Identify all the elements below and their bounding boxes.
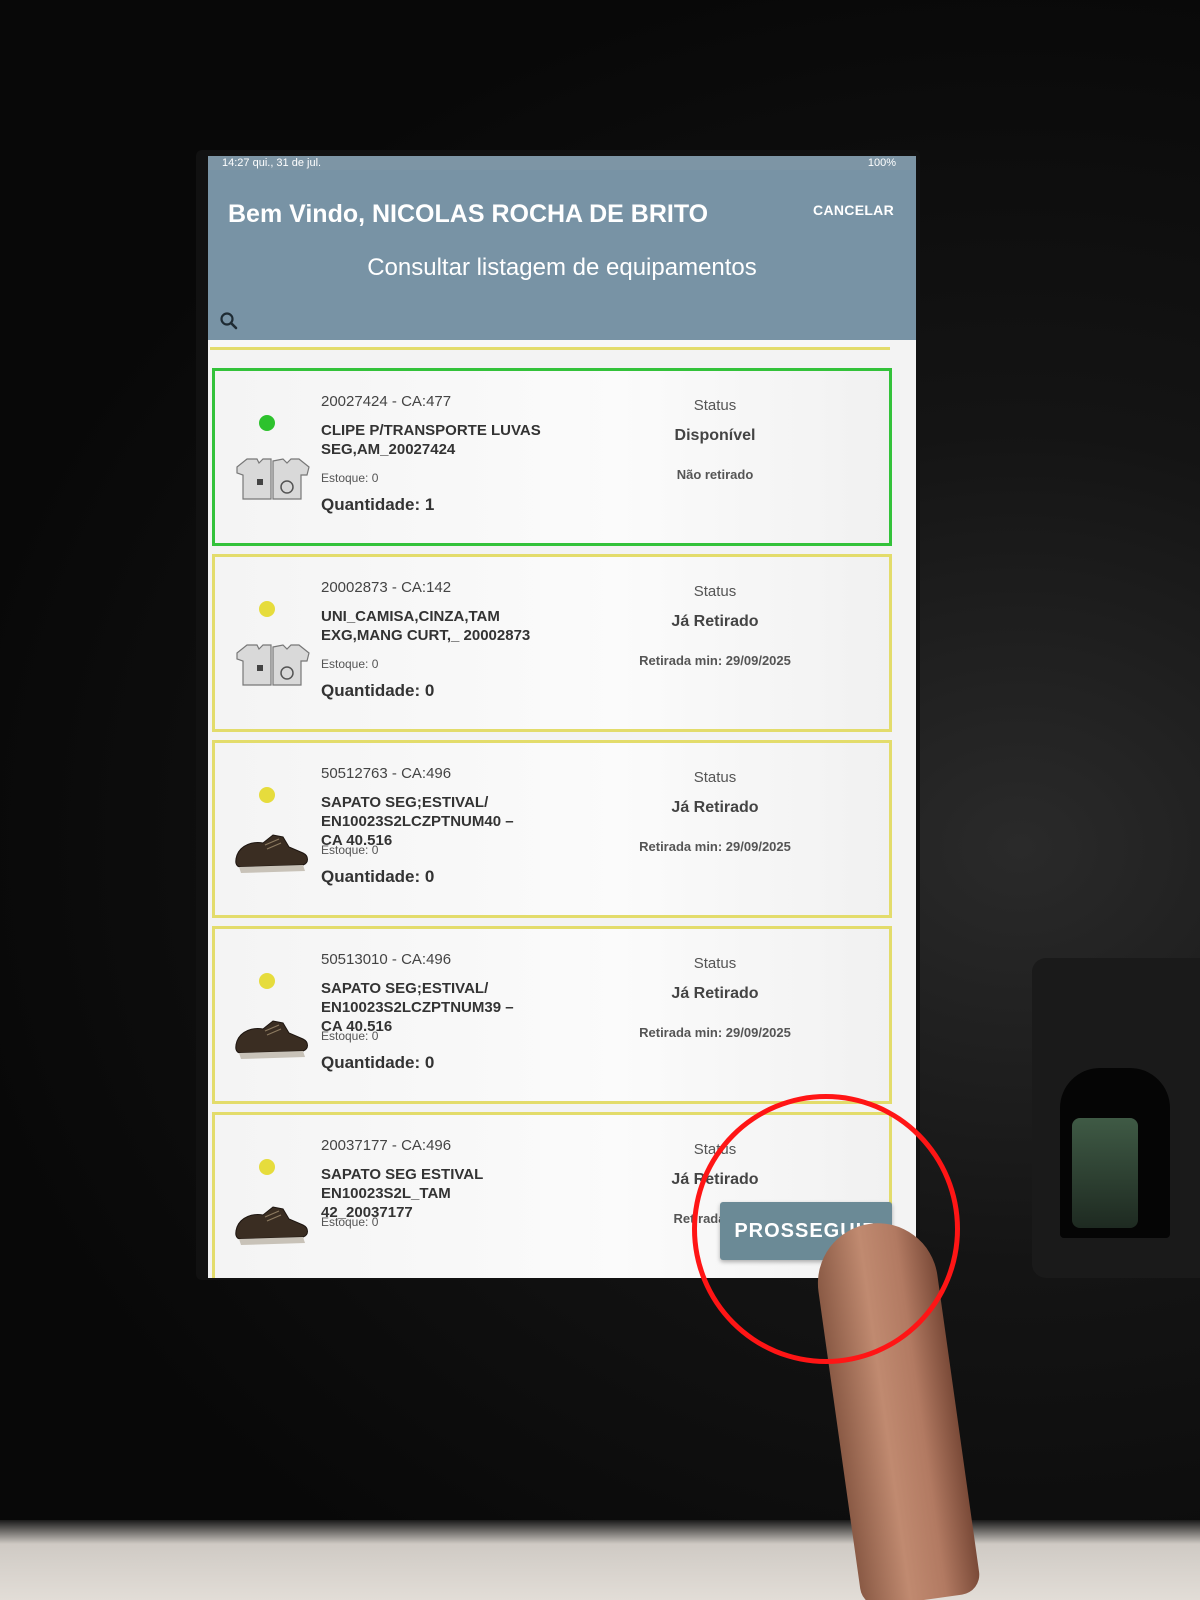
item-quantity: Quantidade: 1 bbox=[321, 495, 435, 514]
availability-dot bbox=[259, 973, 275, 989]
fingerprint-sensor-icon bbox=[1072, 1118, 1138, 1228]
item-quantity: Quantidade: 0 bbox=[321, 867, 435, 886]
search-icon[interactable] bbox=[218, 310, 240, 332]
item-stock: Estoque: 0 bbox=[321, 657, 379, 671]
item-code: 20002873 - CA:142 bbox=[321, 579, 452, 596]
item-code: 20037177 - CA:496 bbox=[321, 1137, 452, 1154]
status-time: 14:27 qui., 31 de jul. bbox=[222, 157, 322, 169]
page-title: Consultar listagem de equipamentos bbox=[367, 254, 757, 281]
item-stock: Estoque: 0 bbox=[321, 471, 379, 485]
status-battery: 100% bbox=[867, 157, 896, 169]
shoe-image bbox=[233, 825, 311, 879]
availability-dot bbox=[259, 415, 275, 431]
status-label: Status bbox=[693, 397, 737, 414]
status-note: Não retirado bbox=[676, 467, 754, 482]
floor bbox=[0, 1520, 1200, 1600]
item-name: SAPATO SEG;ESTIVAL/ EN10023S2LCZPTNUM40 … bbox=[321, 794, 514, 849]
device-status-bar: 14:27 qui., 31 de jul. 100% bbox=[208, 156, 916, 170]
item-stock: Estoque: 0 bbox=[321, 843, 379, 857]
status-value: Já Retirado bbox=[671, 613, 759, 630]
status-value: Disponível bbox=[674, 427, 756, 444]
welcome-text: Bem Vindo, NICOLAS ROCHA DE BRITO bbox=[228, 200, 709, 228]
availability-dot bbox=[259, 1159, 275, 1175]
shirt-image bbox=[233, 453, 311, 507]
item-code: 20027424 - CA:477 bbox=[321, 393, 452, 410]
status-note: Retirada min: 29/09/2025 bbox=[639, 653, 791, 668]
item-name: CLIPE P/TRANSPORTE LUVAS SEG,AM_20027424 bbox=[321, 422, 541, 458]
availability-dot bbox=[259, 787, 275, 803]
app-header: Bem Vindo, NICOLAS ROCHA DE BRITO CANCEL… bbox=[208, 170, 916, 340]
item-code: 50513010 - CA:496 bbox=[321, 951, 452, 968]
status-note: Retirada min: 29/09/2025 bbox=[639, 1025, 791, 1040]
list-item-partial bbox=[210, 340, 890, 350]
status-label: Status bbox=[693, 955, 737, 972]
item-quantity: Quantidade: 0 bbox=[321, 1053, 435, 1072]
item-name: SAPATO SEG ESTIVAL EN10023S2L_TAM 42_200… bbox=[321, 1166, 484, 1221]
item-name: SAPATO SEG;ESTIVAL/ EN10023S2LCZPTNUM39 … bbox=[321, 980, 514, 1035]
item-stock: Estoque: 0 bbox=[321, 1029, 379, 1043]
status-label: Status bbox=[693, 583, 737, 600]
status-label: Status bbox=[693, 769, 737, 786]
equipment-card[interactable]: 50512763 - CA:496 SAPATO SEG;ESTIVAL/ EN1… bbox=[212, 740, 892, 918]
shoe-image bbox=[233, 1197, 311, 1251]
shirt-image bbox=[233, 639, 311, 693]
cancel-button[interactable]: CANCELAR bbox=[813, 202, 894, 218]
fingerprint-reader bbox=[1032, 958, 1200, 1278]
status-note: Retirada min: 29/09/2025 bbox=[639, 839, 791, 854]
equipment-card[interactable]: 50513010 - CA:496 SAPATO SEG;ESTIVAL/ EN1… bbox=[212, 926, 892, 1104]
equipment-card[interactable]: 20002873 - CA:142 UNI_CAMISA,CINZA,TAM EX… bbox=[212, 554, 892, 732]
item-stock: Estoque: 0 bbox=[321, 1215, 379, 1229]
item-name: UNI_CAMISA,CINZA,TAM EXG,MANG CURT,_ 200… bbox=[321, 608, 531, 644]
status-value: Já Retirado bbox=[671, 985, 759, 1002]
item-quantity: Quantidade: 0 bbox=[321, 681, 435, 700]
status-value: Já Retirado bbox=[671, 799, 759, 816]
availability-dot bbox=[259, 601, 275, 617]
annotation-circle bbox=[692, 1094, 960, 1364]
equipment-card[interactable]: 20027424 - CA:477 CLIPE P/TRANSPORTE LUVA… bbox=[212, 368, 892, 546]
item-code: 50512763 - CA:496 bbox=[321, 765, 452, 782]
shoe-image bbox=[233, 1011, 311, 1065]
